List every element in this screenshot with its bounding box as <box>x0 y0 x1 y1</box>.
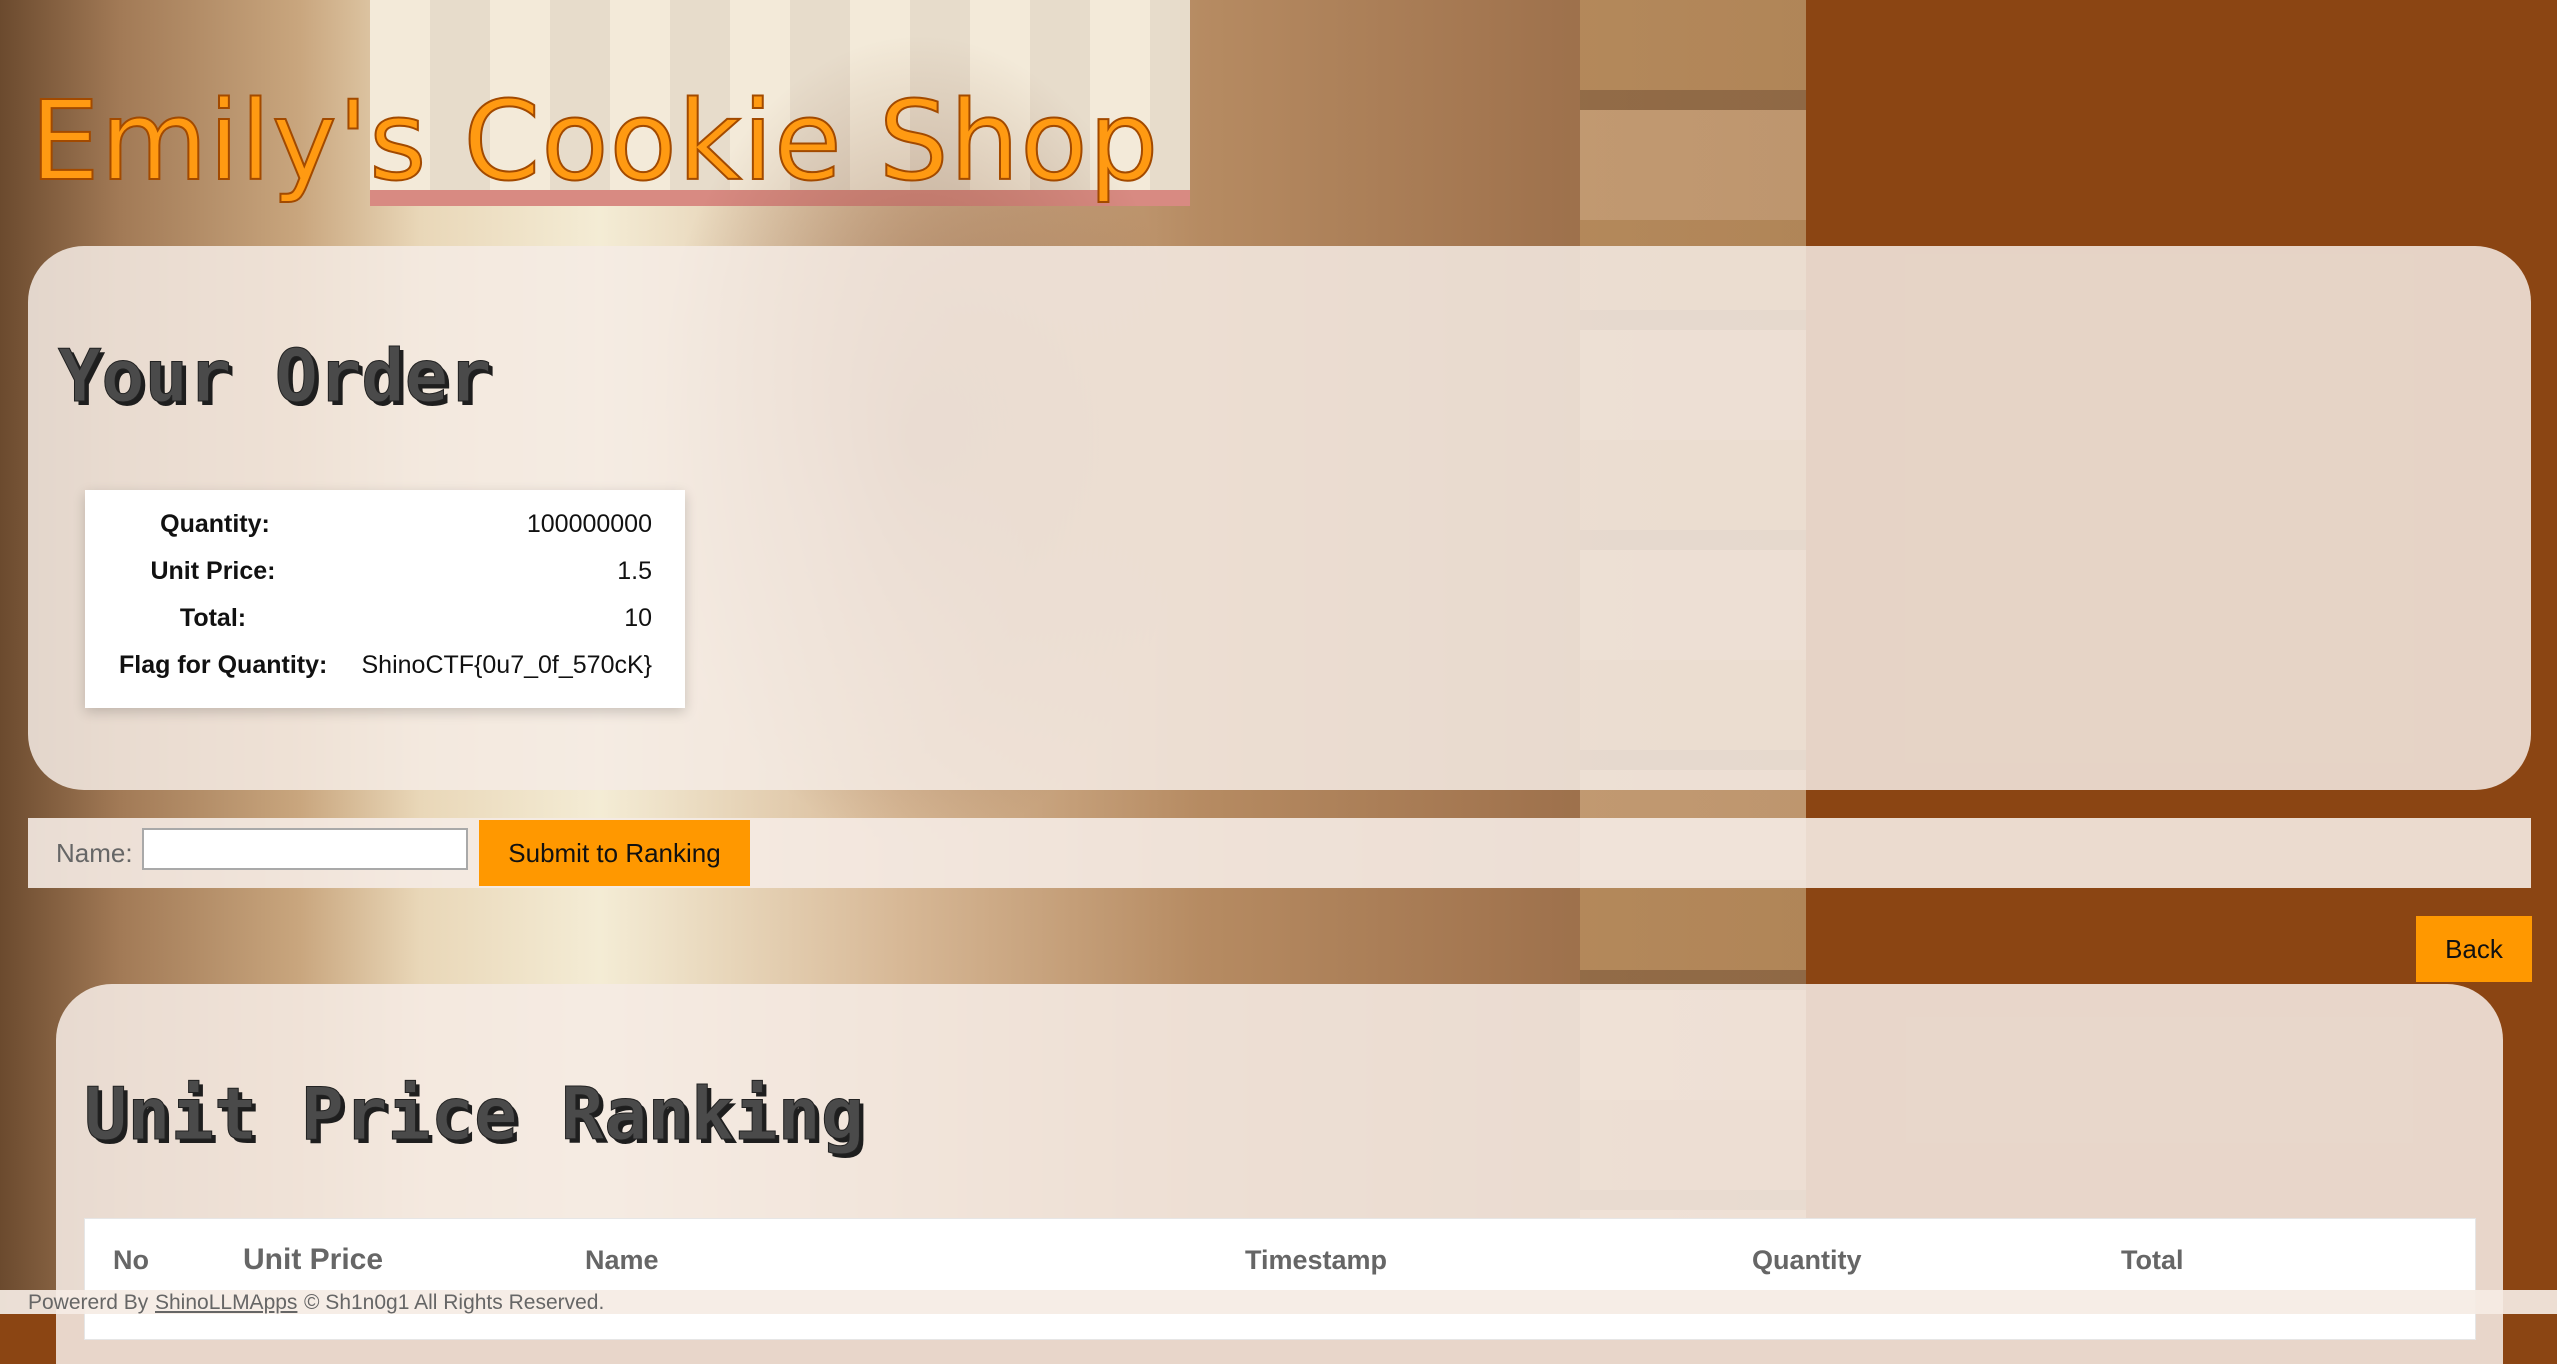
name-label: Name: <box>56 838 133 868</box>
footer-link[interactable]: ShinoLLMApps <box>155 1291 297 1314</box>
order-label: Quantity: <box>160 510 270 538</box>
order-value: ShinoCTF{0u7_0f_570cK} <box>361 651 653 679</box>
column-header-name: Name <box>585 1245 659 1275</box>
order-row-unit-price: Unit Price: 1.5 <box>85 557 685 601</box>
order-row-quantity: Quantity: 100000000 <box>85 510 685 554</box>
order-panel: Your Order Quantity: 100000000 Unit Pric… <box>28 246 2531 790</box>
order-heading: Your Order <box>57 334 492 419</box>
ranking-heading: Unit Price Ranking <box>83 1072 865 1157</box>
footer-prefix: Powererd By <box>28 1291 149 1314</box>
order-label: Flag for Quantity: <box>119 651 328 679</box>
order-value: 1.5 <box>617 557 652 585</box>
order-label: Unit Price: <box>150 557 276 585</box>
column-header-unit-price: Unit Price <box>243 1243 384 1276</box>
order-value: 10 <box>624 604 652 632</box>
ranking-submit-form: Name: Submit to Ranking <box>28 818 2531 888</box>
submit-to-ranking-button[interactable]: Submit to Ranking <box>479 820 750 886</box>
ranking-table: No Unit Price Name Timestamp Quantity To… <box>84 1218 2476 1340</box>
back-button[interactable]: Back <box>2416 916 2532 982</box>
footer: Powererd By ShinoLLMApps © Sh1n0g1 All R… <box>0 1290 2557 1314</box>
order-label: Total: <box>179 604 247 632</box>
order-row-total: Total: 10 <box>85 604 685 648</box>
column-header-total: Total <box>2121 1245 2184 1275</box>
column-header-timestamp: Timestamp <box>1245 1245 1388 1275</box>
shop-title: Emily's Cookie Shop <box>29 77 1160 205</box>
column-header-quantity: Quantity <box>1752 1245 1862 1275</box>
order-details-table: Quantity: 100000000 Unit Price: 1.5 Tota… <box>85 490 685 708</box>
column-header-no: No <box>113 1245 149 1275</box>
footer-copyright: © Sh1n0g1 All Rights Reserved. <box>304 1291 605 1314</box>
order-row-flag: Flag for Quantity: ShinoCTF{0u7_0f_570cK… <box>85 651 685 695</box>
name-input[interactable] <box>142 828 468 870</box>
order-value: 100000000 <box>526 510 652 538</box>
